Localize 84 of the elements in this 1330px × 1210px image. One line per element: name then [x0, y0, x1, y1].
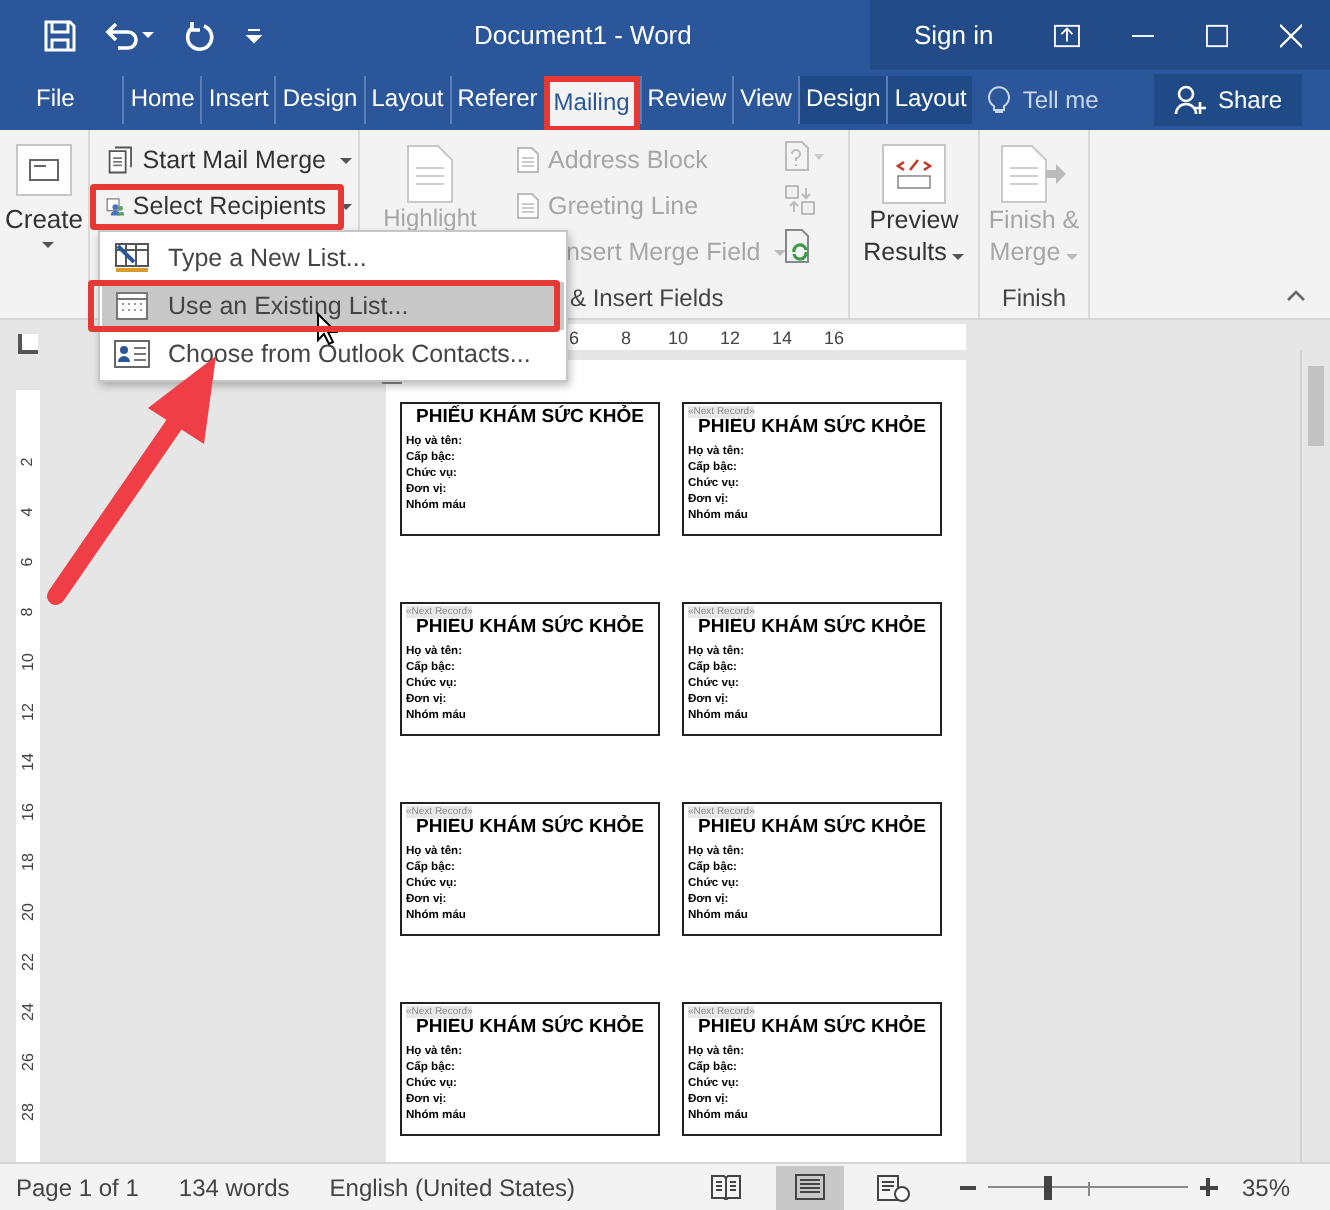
word-count[interactable]: 134 words [178, 1173, 290, 1201]
ribbon-tab[interactable]: Insert [200, 76, 275, 124]
ruler-number: 14 [770, 327, 794, 347]
close-icon[interactable] [1279, 23, 1302, 47]
tab-selector-icon[interactable] [18, 334, 38, 354]
ruler-number: 2 [16, 457, 38, 467]
ruler-number: 12 [718, 327, 742, 347]
collapse-ribbon-icon[interactable] [1286, 290, 1306, 302]
document-icon [406, 144, 454, 204]
caret-icon [952, 254, 965, 260]
ruler-number: 20 [16, 903, 38, 921]
document-stack-icon [106, 144, 135, 176]
envelope-icon [16, 144, 72, 196]
customize-icon[interactable] [244, 25, 264, 45]
ruler-number: 18 [16, 853, 38, 871]
ruler-number: 8 [16, 607, 38, 617]
table-icon [116, 292, 148, 320]
document-icon [516, 146, 540, 174]
caret-icon [41, 242, 53, 248]
document-icon [516, 192, 540, 220]
ribbon-tab[interactable]: Design [797, 76, 887, 124]
ruler-number: 10 [666, 327, 690, 347]
ribbon-tab[interactable]: Mailing [547, 80, 636, 128]
table-pencil-icon [114, 242, 150, 274]
preview-results-button[interactable]: Preview Results [863, 144, 965, 268]
document-arrow-icon [1000, 144, 1068, 204]
label-title: PHIẾU KHÁM SỨC KHỎE [414, 1016, 646, 1040]
slider-thumb[interactable] [1043, 1175, 1052, 1199]
create-button[interactable]: Create [4, 144, 84, 248]
group-label: & Insert Fields [570, 282, 724, 316]
ruler-number: 6 [16, 557, 38, 567]
ruler-number: 10 [16, 653, 38, 671]
caret-icon [1066, 254, 1079, 260]
label-title: PHIẾU KHÁM SỨC KHỎE [696, 1016, 928, 1040]
ruler-number: 24 [16, 1003, 38, 1021]
ruler-number: 8 [618, 327, 633, 347]
lightbulb-icon [988, 86, 1011, 114]
ribbon-tab[interactable]: Design [274, 76, 364, 124]
ribbon-tab[interactable]: Layout [363, 76, 450, 124]
ruler-number: 12 [16, 703, 38, 721]
ribbon-tab[interactable]: Home [122, 76, 201, 124]
ruler-number: 28 [16, 1103, 38, 1121]
menu-item[interactable]: Choose from Outlook Contacts... [102, 330, 564, 378]
share-button[interactable]: Share [1153, 74, 1302, 126]
label-title: PHIẾU KHÁM SỨC KHỎE [414, 816, 646, 840]
ruler-number: 16 [822, 327, 846, 347]
group-label: Finish [1001, 282, 1066, 316]
tell-me-field[interactable]: Tell me [972, 76, 1115, 124]
ruler-number: 14 [16, 753, 38, 771]
ruler-number: 6 [566, 327, 581, 347]
ruler-number: 26 [16, 1053, 38, 1071]
window-title: Document1 - Word [474, 20, 692, 50]
page-icon [793, 1174, 826, 1200]
caret-icon [340, 157, 352, 163]
book-icon [709, 1174, 742, 1200]
label-title: PHIẾU KHÁM SỨC KHỎE [414, 616, 646, 640]
ribbon-tab[interactable]: Review [639, 76, 733, 124]
undo-icon[interactable] [104, 19, 156, 51]
label-title: PHIẾU KHÁM SỨC KHỎE [696, 616, 928, 640]
web-page-icon [875, 1173, 912, 1201]
ribbon-tab[interactable]: Layout [886, 76, 973, 124]
start-mail-merge-button[interactable]: Start Mail Merge [100, 140, 358, 180]
zoom-level[interactable]: 35% [1241, 1173, 1290, 1201]
sign-in-link[interactable]: Sign in [914, 20, 994, 50]
redo-icon[interactable] [184, 19, 216, 51]
ribbon-tab[interactable]: File [0, 76, 123, 124]
label-title: PHIẾU KHÁM SỨC KHỎE [696, 816, 928, 840]
caret-icon [774, 249, 787, 255]
label-title: PHIẾU KHÁM SỨC KHỎE [414, 406, 646, 430]
person-icon [1173, 84, 1206, 116]
language-status[interactable]: English (United States) [329, 1173, 575, 1201]
maximize-icon[interactable] [1205, 23, 1228, 47]
ruler-number: 4 [16, 507, 38, 517]
print-view-button[interactable] [775, 1165, 844, 1209]
page-count[interactable]: Page 1 of 1 [16, 1173, 139, 1201]
save-icon[interactable] [44, 19, 76, 51]
ruler-number: 16 [16, 803, 38, 821]
contact-card-icon [114, 340, 150, 368]
label-title: PHIẾU KHÁM SỨC KHỎE [696, 416, 928, 440]
select-recipients-button[interactable]: Select Recipients [100, 186, 358, 226]
ribbon-display-icon[interactable] [1053, 23, 1080, 47]
scroll-bar[interactable] [1300, 350, 1330, 1162]
caret-icon [340, 203, 352, 209]
ruler-number: 22 [16, 953, 38, 971]
